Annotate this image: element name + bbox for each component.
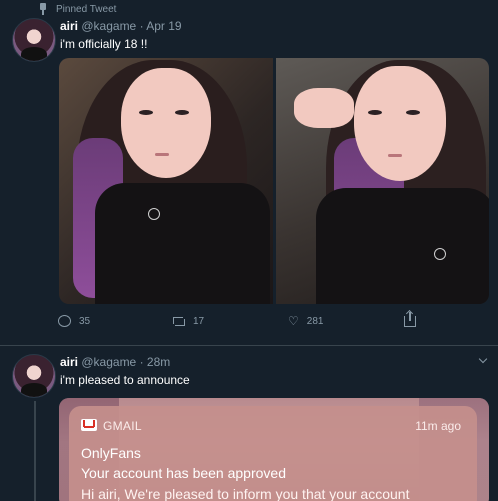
share-icon [404, 311, 416, 327]
photo-shirt [315, 188, 489, 304]
photo-shirt [95, 183, 270, 304]
gmail-notification: GMAIL 11m ago OnlyFans Your account has … [69, 406, 477, 501]
pinned-tweet[interactable]: Pinned Tweet airi @kagame · Apr 19 i'm o… [0, 0, 498, 343]
like-count: 281 [306, 315, 324, 327]
notification-app-name: GMAIL [103, 419, 142, 433]
avatar[interactable] [12, 354, 56, 398]
photo-left[interactable] [59, 58, 273, 304]
reply-button[interactable]: 35 [58, 312, 90, 330]
notification-time: 11m ago [415, 419, 461, 433]
photo-face [353, 66, 446, 181]
photo-pendant [433, 248, 446, 260]
pinned-indicator: Pinned Tweet [38, 2, 116, 16]
like-button[interactable]: ♡ 281 [288, 312, 323, 330]
notification-title: OnlyFans [81, 445, 141, 461]
photo-eye [367, 110, 382, 115]
separator-dot: · [139, 355, 144, 369]
notification-subtitle: Your account has been approved [81, 465, 286, 481]
pinned-label: Pinned Tweet [56, 3, 117, 15]
photo-eye [139, 110, 153, 115]
display-name[interactable]: airi [60, 355, 78, 369]
display-name[interactable]: airi [60, 19, 78, 33]
photo-face [121, 68, 211, 178]
avatar[interactable] [12, 18, 56, 62]
photo-mouth [155, 153, 169, 156]
retweet-button[interactable]: 17 [173, 312, 204, 330]
photo-eye [405, 110, 420, 115]
reply-icon [58, 315, 71, 327]
photo-grid[interactable] [59, 58, 489, 304]
photo-mouth [387, 154, 402, 157]
notification-body: Hi airi, We're pleased to inform you tha… [81, 486, 410, 501]
separator-dot: · [139, 19, 144, 33]
user-handle[interactable]: @kagame [81, 355, 136, 369]
user-handle[interactable]: @kagame [81, 19, 136, 33]
heart-icon: ♡ [288, 314, 299, 328]
reply-count: 35 [79, 315, 91, 327]
gmail-icon [81, 419, 97, 431]
pin-icon [38, 3, 48, 15]
thread-line [34, 401, 36, 501]
photo-hand [293, 88, 354, 128]
tweet-text: i'm pleased to announce [60, 373, 190, 387]
photo-pendant [148, 208, 160, 220]
tweet-timestamp[interactable]: 28m [147, 355, 170, 369]
tweet-actions: 35 17 ♡ 281 [58, 311, 418, 330]
photo-eye [175, 110, 189, 115]
retweet-count: 17 [193, 315, 205, 327]
retweet-icon [173, 316, 185, 326]
photo-right[interactable] [275, 58, 489, 304]
tweet-timestamp[interactable]: Apr 19 [146, 19, 181, 33]
reply-tweet[interactable]: airi @kagame · 28m i'm pleased to announ… [0, 345, 498, 501]
tweet-header: airi @kagame · Apr 19 [60, 19, 182, 33]
tweet-text: i'm officially 18 !! [60, 37, 148, 51]
caret-down-icon[interactable] [478, 356, 488, 366]
tweet-header: airi @kagame · 28m [60, 355, 170, 369]
share-button[interactable] [404, 311, 416, 330]
